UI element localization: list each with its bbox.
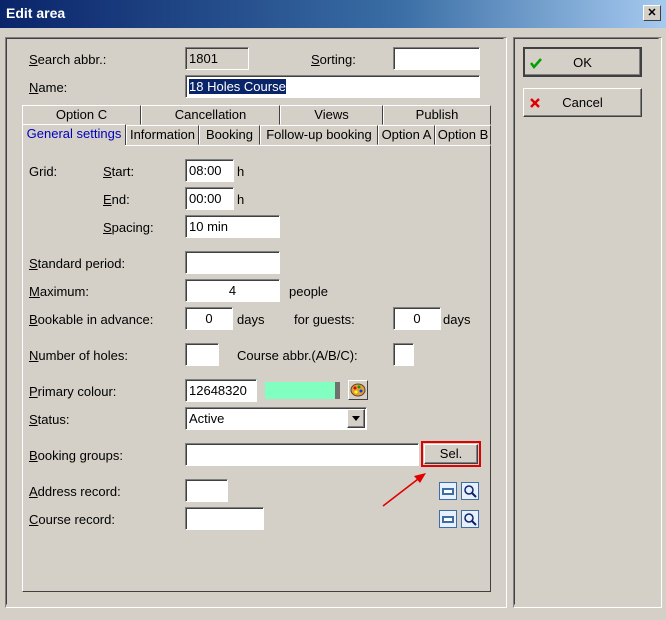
window-title: Edit area [6, 5, 66, 21]
booking-groups-label: Booking groups: [29, 448, 123, 463]
tab-general-settings[interactable]: General settings [22, 124, 126, 146]
course-record-search-icon[interactable] [461, 510, 479, 528]
close-icon: ✕ [647, 7, 657, 19]
search-abbr-label-text: earch abbr.: [37, 52, 107, 67]
end-label: End: [103, 192, 130, 207]
spacing-field[interactable]: 10 min [185, 215, 280, 238]
bookable-label: Bookable in advance: [29, 312, 154, 327]
bookable-label-text: ookable in advance: [37, 312, 154, 327]
tab-cancellation[interactable]: Cancellation [141, 105, 280, 125]
annotation-arrow [382, 473, 426, 507]
cancel-button[interactable]: Cancel [523, 88, 642, 117]
booking-groups-label-text: ooking groups: [37, 448, 123, 463]
sorting-label: Sorting: [311, 52, 356, 67]
tab-booking[interactable]: Booking [199, 125, 260, 145]
course-record-label-text: ourse record: [38, 512, 115, 527]
tab-information[interactable]: Information [126, 125, 199, 145]
spacing-label: Spacing: [103, 220, 154, 235]
holes-label: Number of holes: [29, 348, 128, 363]
tab-option-c[interactable]: Option C [22, 105, 141, 125]
primary-colour-field[interactable]: 12648320 [185, 379, 257, 402]
status-value: Active [189, 411, 225, 426]
address-record-label: Address record: [29, 484, 121, 499]
status-dropdown-button[interactable] [347, 409, 365, 428]
palette-icon [350, 383, 366, 397]
chevron-down-icon [352, 416, 360, 421]
name-value: 18 Holes Course [189, 79, 286, 94]
start-label: Start: [103, 164, 135, 179]
course-record-label: Course record: [29, 512, 115, 527]
start-label-text: tart: [111, 164, 135, 179]
name-field[interactable]: 18 Holes Course [185, 75, 480, 98]
holes-label-text: umber of holes: [38, 348, 128, 363]
status-select[interactable]: Active [185, 407, 367, 430]
course-abbr-label: Course abbr.(A/B/C): [237, 348, 358, 363]
guests-label: for guests: [294, 312, 355, 327]
address-record-search-icon[interactable] [461, 482, 479, 500]
sel-button[interactable]: Sel. [424, 444, 478, 464]
tab-option-b[interactable]: Option B [435, 125, 491, 145]
active-tab-join [23, 144, 125, 146]
address-record-label-text: ddress record: [37, 484, 121, 499]
end-unit: h [237, 192, 245, 207]
name-label: Name: [29, 80, 68, 95]
address-record-field[interactable] [185, 479, 228, 502]
maximum-label: Maximum: [29, 284, 89, 299]
course-record-edit-icon[interactable] [439, 510, 457, 528]
search-abbr-label: Search abbr.: [29, 52, 107, 67]
start-field[interactable]: 08:00 [185, 159, 234, 182]
primary-colour-swatch [265, 382, 335, 399]
sorting-field[interactable] [393, 47, 480, 70]
name-label-text: ame: [38, 80, 68, 95]
primary-colour-label: Primary colour: [29, 384, 117, 399]
ok-label: OK [573, 55, 592, 70]
holes-field[interactable] [185, 343, 219, 366]
bookable-unit: days [237, 312, 265, 327]
bookable-field[interactable]: 0 [185, 307, 233, 330]
standard-period-label: Standard period: [29, 256, 126, 271]
spacing-label-text: pacing: [111, 220, 154, 235]
course-abbr-field[interactable] [393, 343, 414, 366]
search-abbr-field[interactable]: 1801 [185, 47, 249, 70]
sorting-label-text: orting: [319, 52, 356, 67]
end-label-text: nd: [111, 192, 130, 207]
close-button[interactable]: ✕ [643, 5, 661, 21]
status-label-text: tatus: [37, 412, 70, 427]
maximum-unit: people [289, 284, 329, 299]
booking-groups-field[interactable] [185, 443, 419, 466]
maximum-label-text: aximum: [39, 284, 89, 299]
end-field[interactable]: 00:00 [185, 187, 234, 210]
guests-field[interactable]: 0 [393, 307, 441, 330]
address-record-edit-icon[interactable] [439, 482, 457, 500]
cancel-label: Cancel [562, 95, 603, 110]
maximum-field[interactable]: 4 [185, 279, 280, 302]
guests-unit: days [443, 312, 471, 327]
title-bar: Edit area ✕ [0, 0, 666, 28]
grid-label: Grid: [29, 164, 58, 179]
standard-period-field[interactable] [185, 251, 280, 274]
colour-picker-button[interactable] [348, 380, 368, 400]
tab-views[interactable]: Views [280, 105, 383, 125]
standard-period-label-text: tandard period: [37, 256, 126, 271]
tab-option-a[interactable]: Option A [378, 125, 435, 145]
course-record-field[interactable] [185, 507, 264, 530]
button-panel [513, 37, 662, 608]
tab-follow-up-booking[interactable]: Follow-up booking [260, 125, 378, 145]
start-unit: h [237, 164, 245, 179]
primary-colour-label-text: rimary colour: [37, 384, 117, 399]
ok-button[interactable]: OK [523, 47, 642, 77]
status-label: Status: [29, 412, 70, 427]
swatch-edge [335, 382, 340, 399]
tab-publish[interactable]: Publish [383, 105, 491, 125]
